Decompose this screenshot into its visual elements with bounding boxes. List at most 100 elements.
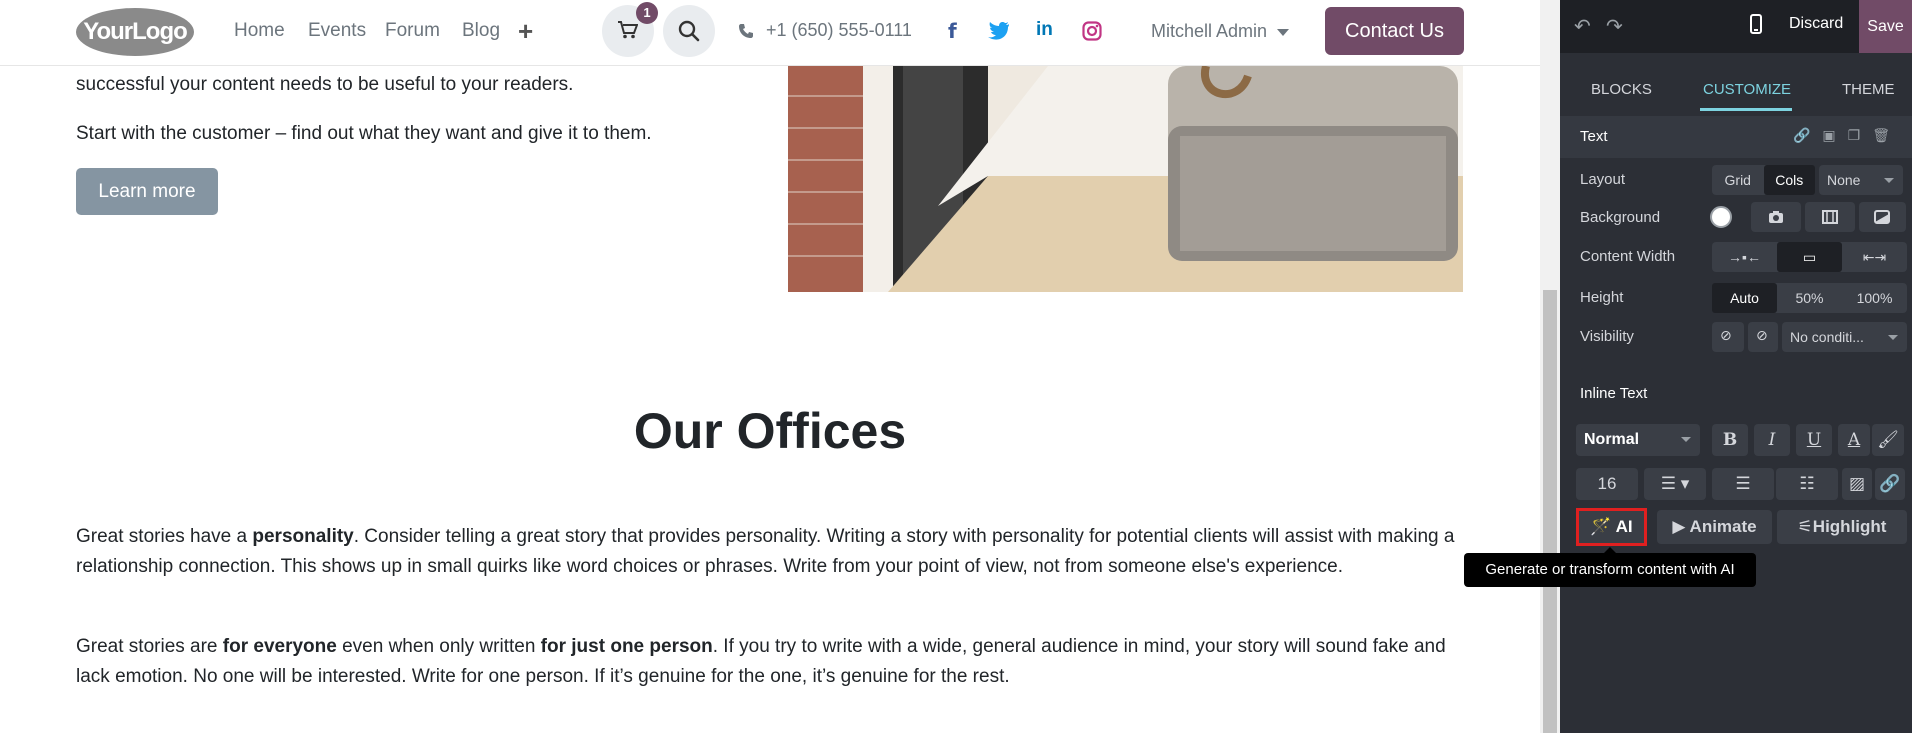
chevron-down-icon bbox=[1277, 28, 1290, 36]
tab-theme[interactable]: THEME bbox=[1842, 81, 1895, 98]
cart-count-badge: 1 bbox=[636, 2, 658, 24]
image-icon: ▨ bbox=[1848, 474, 1866, 493]
content-width-label: Content Width bbox=[1580, 248, 1676, 265]
twitter-icon[interactable] bbox=[988, 22, 1010, 40]
highlight-icon: ⚟ bbox=[1797, 517, 1813, 536]
linkedin-icon[interactable]: in bbox=[1036, 19, 1053, 41]
content-width-toggle[interactable]: →▪← ▭ ⇤⇥ bbox=[1712, 242, 1907, 272]
columns-select[interactable]: None bbox=[1819, 165, 1903, 195]
text-align-select[interactable]: ☰ ▾ bbox=[1644, 468, 1706, 500]
p4-bold-1: for everyone bbox=[222, 636, 337, 657]
align-left-icon: ☰ ▾ bbox=[1660, 474, 1690, 493]
text-section-header: Text 🔗▣❐🗑 bbox=[1560, 116, 1912, 158]
ai-button[interactable]: 🪄 AI bbox=[1576, 508, 1647, 546]
nav-home[interactable]: Home bbox=[234, 20, 285, 42]
text-style-value: Normal bbox=[1584, 431, 1640, 448]
redo-icon[interactable]: ↷ bbox=[1606, 14, 1623, 39]
text-paragraph-2[interactable]: Start with the customer – find out what … bbox=[76, 119, 652, 149]
mobile-hidden-icon: ⊘ bbox=[1756, 327, 1768, 343]
undo-icon[interactable]: ↶ bbox=[1574, 14, 1591, 39]
height-toggle[interactable]: Auto 50% 100% bbox=[1712, 283, 1907, 313]
text-color-button[interactable]: A bbox=[1838, 424, 1870, 456]
link-icon[interactable]: 🔗 bbox=[1793, 127, 1822, 143]
phone-number: +1 (650) 555-0111 bbox=[766, 20, 912, 40]
nav-forum[interactable]: Forum bbox=[385, 20, 440, 42]
layout-toggle[interactable]: Grid Cols bbox=[1712, 165, 1815, 195]
contact-us-button[interactable]: Contact Us bbox=[1325, 7, 1464, 55]
background-image-button[interactable] bbox=[1751, 202, 1801, 232]
underline-button[interactable]: U bbox=[1796, 424, 1832, 456]
save-block-icon[interactable]: ▣ bbox=[1822, 127, 1847, 143]
layout-cols-option[interactable]: Cols bbox=[1763, 165, 1815, 195]
highlight-color-button[interactable]: 🖌 bbox=[1872, 424, 1904, 456]
font-size-input[interactable]: 16 bbox=[1576, 468, 1638, 500]
background-label: Background bbox=[1580, 209, 1661, 226]
search-button[interactable] bbox=[663, 5, 715, 57]
nav-events[interactable]: Events bbox=[308, 20, 366, 42]
site-logo[interactable]: YourLogo bbox=[76, 8, 194, 56]
p3-text-a: Great stories have a bbox=[76, 526, 253, 547]
visibility-condition-select[interactable]: No conditi... bbox=[1782, 322, 1907, 352]
play-icon: ▶ bbox=[1672, 517, 1690, 536]
nav-blog[interactable]: Blog bbox=[462, 20, 500, 42]
text-paragraph-4[interactable]: Great stories are for everyone even when… bbox=[76, 632, 1466, 692]
height-label: Height bbox=[1580, 289, 1624, 306]
highlight-button[interactable]: ⚟Highlight bbox=[1777, 510, 1907, 544]
background-color-swatch[interactable] bbox=[1710, 206, 1732, 228]
section-title[interactable]: Our Offices bbox=[0, 402, 1540, 460]
delete-icon[interactable]: 🗑 bbox=[1872, 127, 1902, 143]
speaker-image[interactable] bbox=[788, 66, 1463, 292]
brush-icon: 🖌 bbox=[1877, 430, 1899, 449]
width-full-option[interactable]: ⇤⇥ bbox=[1842, 242, 1907, 272]
text-paragraph-3[interactable]: Great stories have a personality. Consid… bbox=[76, 522, 1466, 582]
animate-button[interactable]: ▶ Animate bbox=[1657, 510, 1772, 544]
chevron-down-icon bbox=[1884, 178, 1894, 183]
chevron-down-icon bbox=[1681, 437, 1691, 442]
numbered-list-icon: ☷ bbox=[1799, 474, 1815, 493]
background-shape-button[interactable] bbox=[1859, 202, 1906, 232]
search-icon bbox=[678, 20, 700, 42]
height-100-option[interactable]: 100% bbox=[1842, 283, 1907, 313]
bold-button[interactable]: B bbox=[1712, 424, 1748, 456]
width-regular-option[interactable]: ▭ bbox=[1777, 242, 1842, 272]
hide-desktop-button[interactable]: ⊘ bbox=[1712, 322, 1744, 352]
save-button[interactable]: Save bbox=[1859, 0, 1912, 53]
height-auto-option[interactable]: Auto bbox=[1712, 283, 1777, 313]
tab-blocks[interactable]: BLOCKS bbox=[1591, 81, 1652, 98]
page-scrollbar[interactable] bbox=[1540, 0, 1560, 733]
instagram-icon[interactable] bbox=[1082, 21, 1102, 41]
bullet-list-icon: ☰ bbox=[1735, 474, 1751, 493]
text-style-select[interactable]: Normal bbox=[1576, 424, 1700, 456]
italic-button[interactable]: I bbox=[1754, 424, 1790, 456]
height-50-option[interactable]: 50% bbox=[1777, 283, 1842, 313]
visibility-label: Visibility bbox=[1580, 328, 1634, 345]
mobile-preview-icon[interactable] bbox=[1750, 14, 1762, 34]
hide-mobile-button[interactable]: ⊘ bbox=[1748, 322, 1778, 352]
phone-link[interactable]: +1 (650) 555-0111 bbox=[738, 20, 912, 41]
phone-icon bbox=[739, 24, 753, 39]
p4-text-a: Great stories are bbox=[76, 636, 223, 657]
camera-icon bbox=[1769, 211, 1783, 223]
visibility-condition-value: No conditi... bbox=[1790, 329, 1864, 345]
add-menu-icon[interactable]: + bbox=[518, 16, 533, 47]
bullet-list-button[interactable]: ☰ bbox=[1712, 468, 1774, 500]
editor-toolbar: ↶ ↷ Discard Save bbox=[1560, 0, 1912, 53]
scrollbar-thumb[interactable] bbox=[1543, 290, 1557, 733]
insert-media-button[interactable]: ▨ bbox=[1842, 468, 1872, 500]
discard-button[interactable]: Discard bbox=[1789, 15, 1843, 33]
background-video-button[interactable] bbox=[1805, 202, 1855, 232]
magic-wand-icon: 🪄 bbox=[1590, 517, 1616, 536]
facebook-icon[interactable]: f bbox=[948, 19, 957, 43]
insert-link-button[interactable]: 🔗 bbox=[1875, 468, 1905, 500]
duplicate-icon[interactable]: ❐ bbox=[1848, 127, 1873, 143]
layout-grid-option[interactable]: Grid bbox=[1712, 165, 1764, 195]
width-small-option[interactable]: →▪← bbox=[1712, 242, 1777, 272]
tab-customize[interactable]: CUSTOMIZE bbox=[1703, 81, 1791, 98]
text-paragraph-1[interactable]: successful your content needs to be usef… bbox=[76, 70, 573, 100]
website-preview: YourLogo Home Events Forum Blog + 1 +1 (… bbox=[0, 0, 1540, 733]
user-menu[interactable]: Mitchell Admin bbox=[1151, 21, 1290, 42]
numbered-list-button[interactable]: ☷ bbox=[1776, 468, 1838, 500]
cart-icon bbox=[618, 21, 638, 39]
link-icon: 🔗 bbox=[1879, 474, 1901, 493]
learn-more-button[interactable]: Learn more bbox=[76, 168, 218, 215]
